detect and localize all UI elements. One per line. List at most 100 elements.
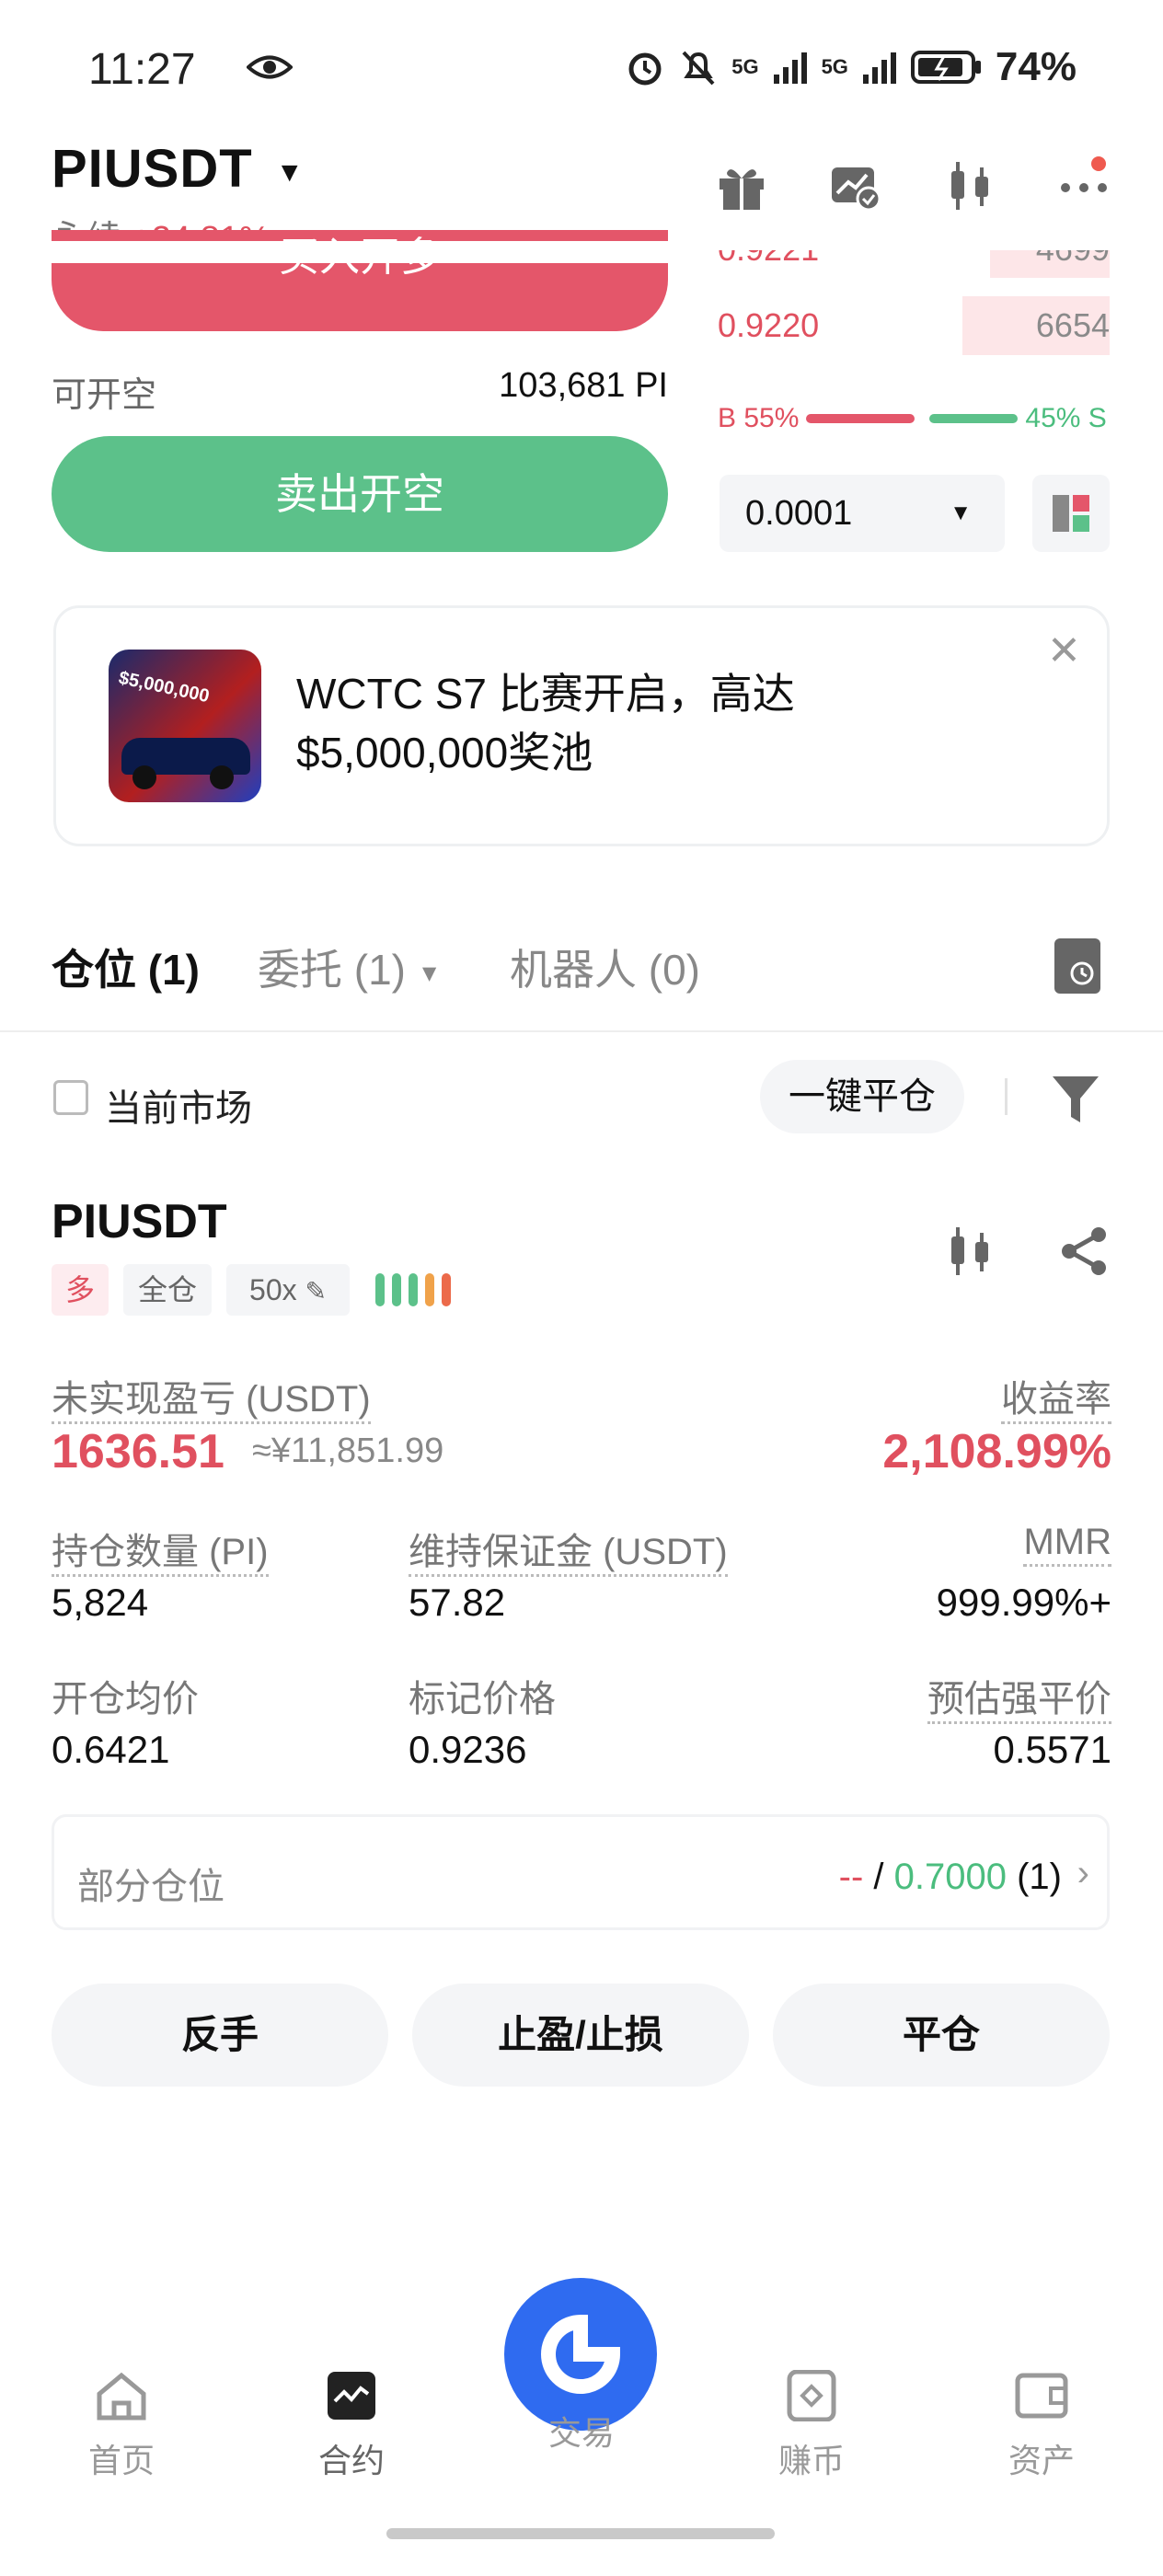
tab-bots[interactable]: 机器人 (0) [510, 937, 700, 997]
assets-icon [1015, 2373, 1068, 2419]
wheel-shape [210, 765, 234, 789]
close-icon[interactable]: ✕ [1047, 627, 1081, 674]
network-5g-2: 5G [821, 55, 848, 78]
nav-home-label: 首页 [87, 2442, 155, 2479]
orderbook-layout-button[interactable] [1032, 475, 1110, 552]
ask-row-2[interactable]: 0.9220 6654 [718, 296, 1110, 355]
risk-bar [375, 1273, 385, 1306]
maint-margin-label: 维持保证金 (USDT) [409, 1532, 728, 1577]
sell-short-label: 卖出开空 [275, 470, 444, 518]
promo-line-1: WCTC S7 比赛开启，高达 [296, 670, 795, 718]
roe-label-wrap: 收益率 [1001, 1369, 1111, 1424]
ask-price: 0.9220 [718, 306, 820, 344]
signal-icon-2 [862, 52, 896, 84]
liq-price-label: 预估强平价 [927, 1679, 1111, 1724]
battery-percent: 74% [995, 44, 1077, 89]
leverage-value: 50x [249, 1273, 297, 1306]
tab-orders[interactable]: 委托 (1) ▼ [258, 937, 442, 997]
close-position-button[interactable]: 平仓 [773, 1984, 1110, 2087]
qty-label: 持仓数量 (PI) [52, 1532, 269, 1577]
partial-position-label: 部分仓位 [77, 1867, 225, 1907]
entry-price-value: 0.6421 [52, 1728, 170, 1771]
futures-icon [328, 2372, 375, 2420]
side-badge: 多 [52, 1264, 109, 1316]
ask-row-1[interactable]: 0.9221 4699 [718, 250, 1110, 278]
nav-earn-label: 赚币 [777, 2442, 845, 2479]
maint-margin-value: 57.82 [409, 1581, 506, 1624]
battery-icon [910, 51, 981, 84]
nav-assets-label: 资产 [1008, 2442, 1075, 2479]
ask-size: 4699 [1036, 250, 1110, 278]
precision-value: 0.0001 [745, 494, 853, 533]
unrealized-pnl-label-wrap: 未实现盈亏 (USDT) [52, 1369, 371, 1424]
edit-icon: ✎ [305, 1277, 327, 1305]
position-pair: PIUSDT [52, 1195, 227, 1248]
partial-count: (1) [1017, 1857, 1062, 1897]
nav-futures[interactable]: 合约 [287, 2370, 416, 2482]
close-all-button[interactable]: 一键平仓 [760, 1060, 964, 1133]
nav-assets[interactable]: 资产 [977, 2370, 1106, 2482]
gift-icon[interactable] [714, 158, 769, 213]
precision-select[interactable]: 0.0001 ▼ [720, 475, 1005, 552]
share-icon[interactable] [1056, 1224, 1111, 1279]
ask-size: 6654 [1035, 306, 1110, 344]
caret-down-icon: ▼ [417, 959, 442, 987]
mark-price-label: 标记价格 [409, 1679, 556, 1719]
current-market-checkbox[interactable] [53, 1080, 88, 1115]
tpsl-button[interactable]: 止盈/止损 [412, 1984, 749, 2087]
roe-label: 收益率 [1001, 1379, 1111, 1424]
status-time: 11:27 [88, 45, 196, 94]
risk-bar [442, 1273, 451, 1306]
mute-icon [682, 51, 715, 86]
pair-selector[interactable]: PIUSDT ▼ [52, 138, 305, 200]
risk-level-indicator [375, 1273, 451, 1306]
candlestick-icon[interactable] [942, 1224, 997, 1279]
qty-value: 5,824 [52, 1581, 149, 1624]
notification-dot [1091, 156, 1106, 171]
mmr-label-wrap: MMR [1023, 1522, 1111, 1567]
leverage-badge[interactable]: 50x ✎ [226, 1264, 350, 1316]
unrealized-pnl-cny: ≈¥11,851.99 [252, 1432, 444, 1470]
chevron-right-icon: › [1077, 1853, 1089, 1893]
history-doc-icon[interactable] [1054, 938, 1100, 994]
reverse-button[interactable]: 反手 [52, 1984, 388, 2087]
nav-home[interactable]: 首页 [57, 2370, 186, 2482]
liq-price-value: 0.5571 [993, 1728, 1111, 1771]
roe-value: 2,108.99% [882, 1425, 1111, 1478]
partial-position-value: -- / 0.7000 (1) [839, 1857, 1062, 1898]
wheel-shape [132, 765, 156, 789]
alarm-icon [628, 52, 662, 86]
clock-glyph [1070, 961, 1094, 985]
chart-check-icon[interactable] [828, 158, 883, 213]
network-5g-1: 5G [731, 55, 759, 78]
eye-icon [247, 55, 293, 79]
position-actions [942, 1224, 1111, 1279]
filter-icon[interactable] [1051, 1073, 1100, 1126]
risk-bar [425, 1273, 434, 1306]
pair-title: PIUSDT [52, 139, 253, 199]
unrealized-pnl-label: 未实现盈亏 (USDT) [52, 1379, 371, 1424]
buy-ratio-bar [806, 414, 915, 423]
vertical-divider [1005, 1078, 1008, 1115]
maint-margin-label-wrap: 维持保证金 (USDT) [409, 1522, 728, 1577]
promo-text: WCTC S7 比赛开启，高达 $5,000,000奖池 [296, 664, 996, 782]
tab-orders-label: 委托 (1) [258, 946, 406, 994]
mark-price-value: 0.9236 [409, 1728, 527, 1771]
nav-earn[interactable]: 赚币 [747, 2370, 876, 2482]
buy-sell-ratio: B 55% 45% S [718, 403, 1110, 434]
sell-ratio: 45% S [1025, 403, 1107, 433]
unrealized-pnl-value: 1636.51 [52, 1425, 225, 1478]
header-actions [714, 158, 1111, 213]
status-icons: 5G 5G 74% [625, 44, 1077, 90]
promo-image-text: $5,000,000 [116, 667, 212, 707]
current-market-label: 当前市场 [105, 1088, 252, 1129]
home-icon [97, 2372, 146, 2421]
can-short-value: 103,681 PI [499, 366, 668, 405]
tab-positions[interactable]: 仓位 (1) [52, 937, 200, 997]
system-home-indicator[interactable] [386, 2528, 775, 2539]
candlestick-icon[interactable] [942, 158, 997, 213]
liq-price-label-wrap: 预估强平价 [927, 1669, 1111, 1724]
sell-short-button[interactable]: 卖出开空 [52, 436, 668, 552]
risk-bar [392, 1273, 401, 1306]
caret-down-icon: ▼ [950, 500, 972, 525]
